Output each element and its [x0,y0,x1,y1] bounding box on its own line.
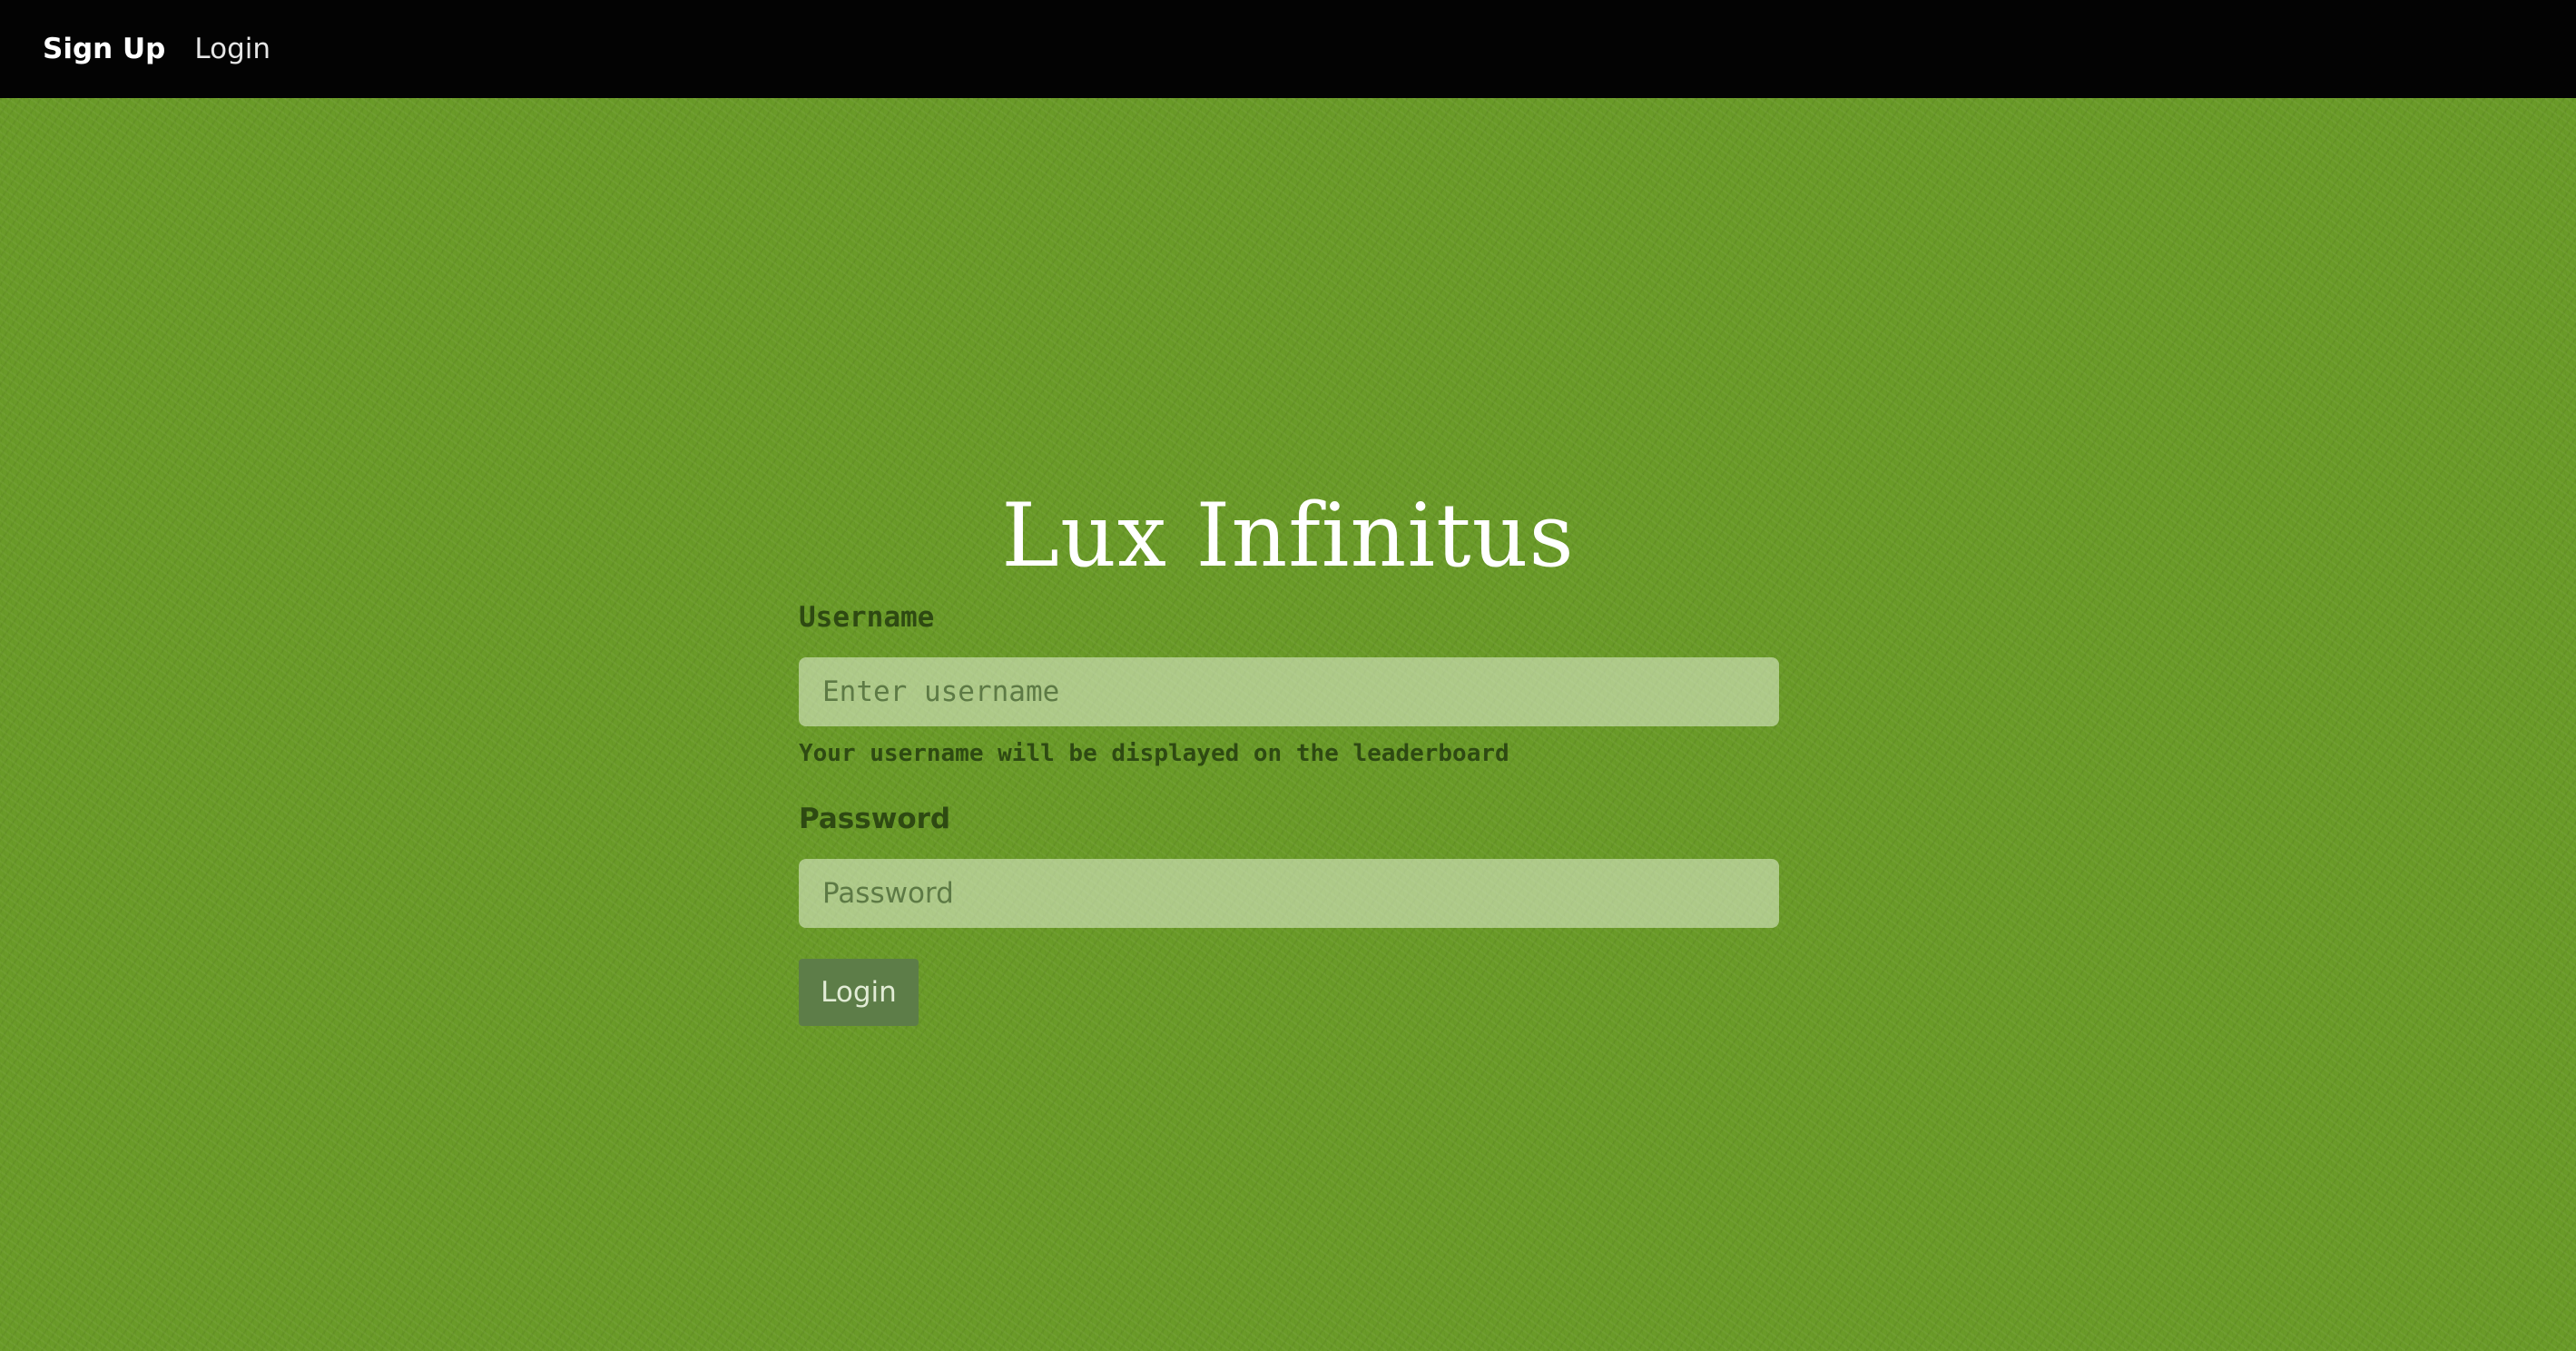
page-title: Lux Infinitus [1001,485,1575,587]
nav-signup-link[interactable]: Sign Up [43,33,165,65]
password-input[interactable] [799,859,1779,928]
username-help-text: Your username will be displayed on the l… [799,740,1509,767]
username-input[interactable] [799,657,1779,726]
login-button[interactable]: Login [799,959,919,1026]
login-form: Username Your username will be displayed… [799,599,1779,1026]
nav-login-link[interactable]: Login [194,33,270,65]
username-label: Username [799,601,935,634]
top-navbar: Sign Up Login [0,0,2576,98]
password-label: Password [799,803,951,835]
